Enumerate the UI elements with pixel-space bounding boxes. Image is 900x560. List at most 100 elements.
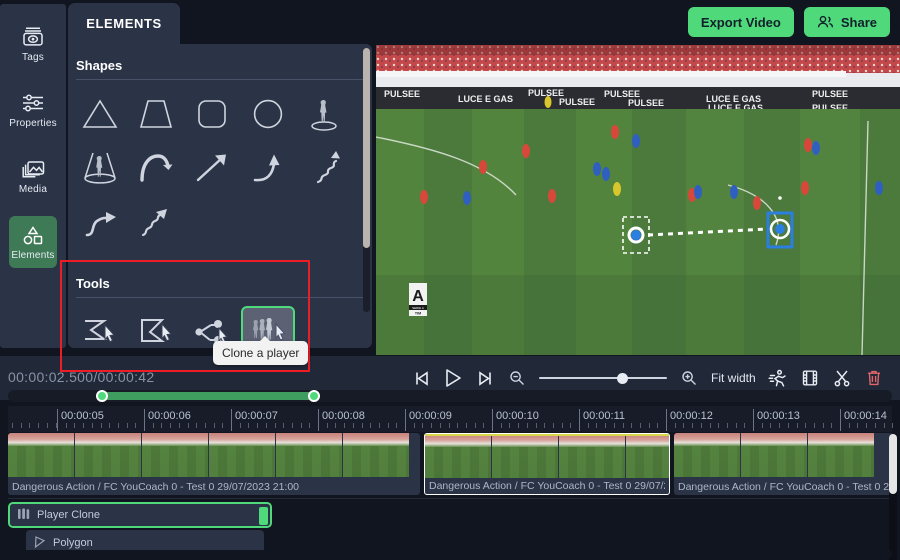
ruler-minor-tick [692, 423, 694, 428]
scrubber-handle-start[interactable] [96, 390, 108, 402]
ruler-minor-tick [161, 423, 163, 428]
ruler-minor-tick [892, 423, 894, 428]
clip-track: Dangerous Action / FC YouCoach 0 - Test … [8, 432, 894, 496]
track-trim-handle[interactable] [259, 507, 268, 525]
sidebar-item-properties[interactable]: Properties [9, 84, 57, 136]
clip-thumbnails [674, 433, 894, 477]
svg-text:TIM: TIM [415, 312, 421, 316]
ruler-minor-tick [709, 423, 711, 428]
shape-trapezoid[interactable] [129, 88, 183, 140]
curved-arrow-icon [137, 151, 175, 185]
ruler-minor-tick [91, 423, 93, 428]
polygon-icon [33, 535, 47, 552]
shape-s-curve-arrow[interactable] [73, 196, 127, 248]
export-video-button[interactable]: Export Video [687, 7, 794, 37]
clip-thumbnail [425, 434, 491, 478]
sidebar-item-tags[interactable]: Tags [9, 18, 57, 70]
sidebar-item-label: Media [18, 184, 48, 195]
hook-arrow-icon [249, 151, 287, 185]
share-button[interactable]: Share [803, 7, 890, 37]
sidebar-item-media[interactable]: Media [9, 150, 57, 202]
ruler-minor-tick [20, 423, 22, 428]
ruler-minor-tick [605, 423, 607, 428]
shape-triangle[interactable] [73, 88, 127, 140]
ruler-minor-tick [309, 423, 311, 428]
ruler-label: 00:00:06 [148, 410, 191, 422]
shape-wavy-arrow[interactable] [297, 142, 351, 194]
ruler-minor-tick [474, 423, 476, 428]
zoom-slider-track [539, 377, 667, 379]
ruler-minor-tick [396, 423, 398, 428]
shape-zigzag-arrow[interactable] [129, 196, 183, 248]
fit-width-button[interactable]: Fit width [705, 371, 762, 385]
tool-polygon[interactable] [129, 306, 183, 348]
undo-icon[interactable] [890, 361, 900, 395]
ruler-minor-tick [770, 423, 772, 428]
ruler-label: 00:00:08 [322, 410, 365, 422]
ruler-label: 00:00:05 [61, 410, 104, 422]
ruler-minor-tick [422, 423, 424, 428]
ruler-minor-tick [178, 423, 180, 428]
video-editor-app: Export Video Share Tags Properties Media… [0, 0, 900, 560]
timeline-hscroll-thumb[interactable] [420, 550, 670, 558]
ruler-minor-tick [300, 423, 302, 428]
timeline-vscroll-thumb[interactable] [889, 434, 897, 494]
table-row[interactable]: Dangerous Action / FC YouCoach 0 - Test … [674, 433, 894, 495]
timeline-horizontal-scrollbar[interactable] [8, 550, 892, 558]
range-scrubber[interactable] [8, 390, 892, 402]
clip-thumbnail [276, 433, 342, 477]
tab-elements[interactable]: ELEMENTS [68, 3, 180, 44]
ruler-major-tick [840, 409, 841, 431]
track-player-clone[interactable]: Player Clone [8, 502, 272, 528]
zoom-slider-thumb[interactable] [617, 372, 628, 384]
table-row[interactable]: Dangerous Action / FC YouCoach 0 - Test … [424, 433, 670, 495]
ruler-label: 00:00:10 [496, 410, 539, 422]
ruler-minor-tick [718, 423, 720, 428]
clip-label: Dangerous Action / FC YouCoach 0 - Test … [12, 481, 300, 493]
timeline-ruler[interactable]: 00:00:05 00:00:06 00:00:07 00:00:08 00:0… [8, 406, 894, 432]
sidebar-item-elements[interactable]: Elements [9, 216, 57, 268]
shape-hook-arrow[interactable] [241, 142, 295, 194]
ruler-minor-tick [518, 423, 520, 428]
scrubber-handle-end[interactable] [308, 390, 320, 402]
clip-thumbnail [343, 433, 409, 477]
timeline-vertical-scrollbar[interactable] [889, 434, 897, 560]
shape-straight-arrow[interactable] [185, 142, 239, 194]
tool-zigzag-select[interactable] [73, 306, 127, 348]
shape-circle[interactable] [241, 88, 295, 140]
shape-rounded-square[interactable] [185, 88, 239, 140]
shapes-section-title: Shapes [76, 58, 123, 73]
shape-curved-arrow[interactable] [129, 142, 183, 194]
ruler-minor-tick [361, 423, 363, 428]
clip-thumbnail [8, 433, 74, 477]
panel-scrollbar-thumb[interactable] [363, 48, 370, 248]
video-preview[interactable]: PULSEE LUCE E GAS PULSEE PULSEE PULSEE PULS… [376, 45, 900, 355]
tools-section-title: Tools [76, 276, 110, 291]
panel-scrollbar[interactable] [363, 48, 370, 312]
clip-label: Dangerous Action / FC YouCoach 0 - Test … [429, 480, 665, 492]
ruler-minor-tick [613, 423, 615, 428]
media-image-icon [20, 157, 46, 181]
trapezoid-icon [137, 97, 175, 131]
ruler-label: 00:00:09 [409, 410, 452, 422]
shape-player-spotlight[interactable] [297, 88, 351, 140]
ruler-minor-tick [813, 423, 815, 428]
ruler-minor-tick [335, 423, 337, 428]
ruler-minor-tick [735, 423, 737, 428]
tools-section: Tools [68, 262, 372, 348]
ruler-minor-tick [65, 423, 67, 428]
zigzag-cursor-icon [79, 314, 121, 348]
ruler-minor-tick [12, 423, 13, 428]
ruler-minor-tick [170, 423, 172, 428]
scrubber-range[interactable] [100, 392, 315, 400]
track-label: Player Clone [37, 509, 100, 521]
ruler-minor-tick [796, 423, 798, 428]
ruler-minor-tick [639, 423, 641, 428]
shape-player-cone[interactable] [73, 142, 127, 194]
ruler-minor-tick [29, 423, 31, 428]
ruler-minor-tick [152, 423, 154, 428]
table-row[interactable]: Dangerous Action / FC YouCoach 0 - Test … [8, 433, 420, 495]
tab-elements-label: ELEMENTS [86, 16, 162, 31]
ruler-minor-tick [352, 423, 354, 428]
clip-thumbnails [8, 433, 420, 477]
